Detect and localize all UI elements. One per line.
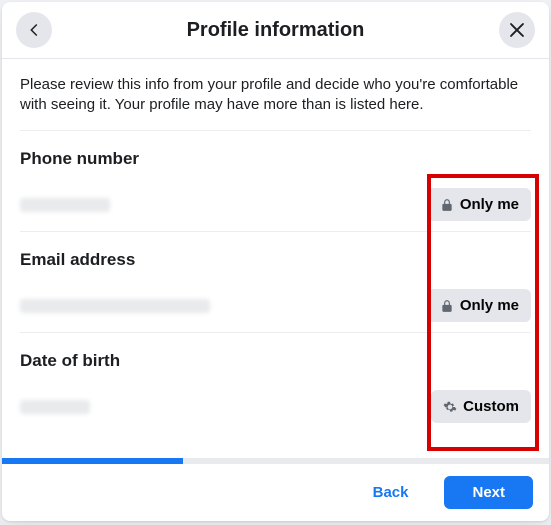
modal-header: Profile information (2, 2, 549, 59)
email-privacy-label: Only me (460, 297, 519, 314)
dob-privacy-button[interactable]: Custom (431, 390, 531, 423)
close-button[interactable] (499, 12, 535, 48)
back-icon-button[interactable] (16, 12, 52, 48)
phone-privacy-label: Only me (460, 196, 519, 213)
email-value-redacted (20, 299, 210, 313)
section-phone: Phone number Only me (20, 130, 531, 231)
phone-label: Phone number (20, 149, 531, 169)
gear-icon (443, 400, 457, 414)
email-privacy-button[interactable]: Only me (428, 289, 531, 322)
dob-privacy-label: Custom (463, 398, 519, 415)
lock-icon (440, 198, 454, 212)
modal-content: Please review this info from your profil… (2, 59, 549, 452)
dob-label: Date of birth (20, 351, 531, 371)
arrow-left-icon (25, 21, 43, 39)
back-button[interactable]: Back (345, 476, 437, 509)
phone-privacy-button[interactable]: Only me (428, 188, 531, 221)
modal-title: Profile information (52, 19, 499, 42)
section-email: Email address Only me (20, 231, 531, 332)
modal-footer: Back Next (2, 464, 549, 521)
section-dob: Date of birth Custom (20, 332, 531, 433)
next-button[interactable]: Next (444, 476, 533, 509)
dob-value-redacted (20, 400, 90, 414)
intro-text: Please review this info from your profil… (20, 75, 531, 116)
close-icon (508, 21, 526, 39)
phone-value-redacted (20, 198, 110, 212)
profile-info-modal: Profile information Please review this i… (2, 2, 549, 521)
lock-icon (440, 299, 454, 313)
email-label: Email address (20, 250, 531, 270)
